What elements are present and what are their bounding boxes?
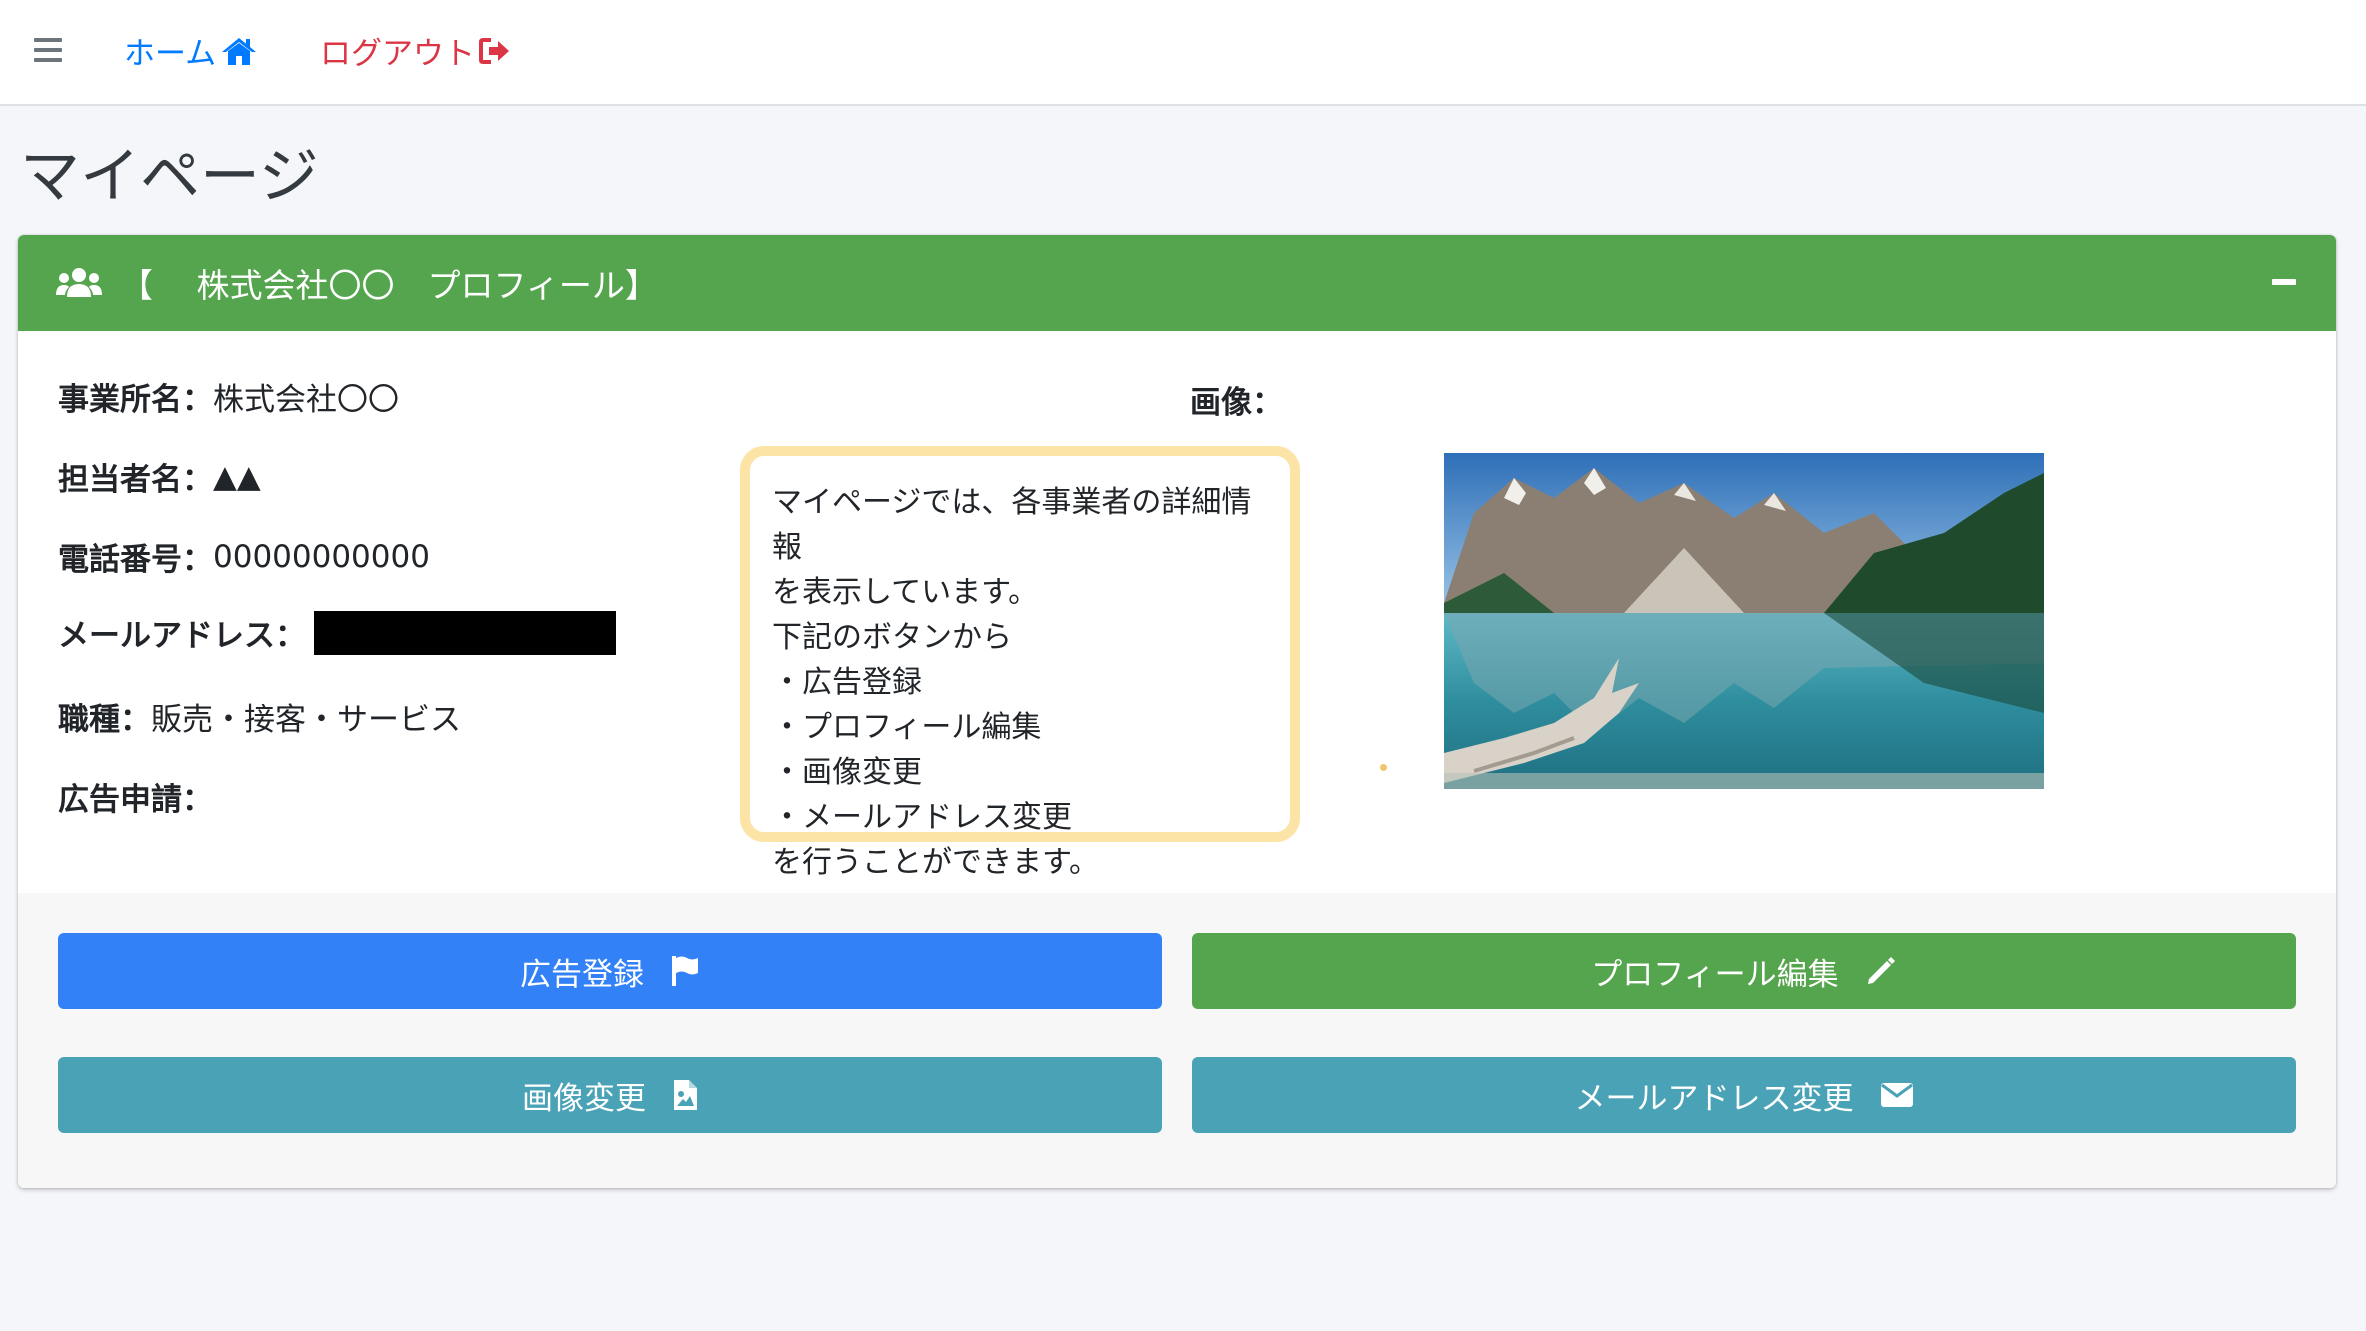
email-value-redacted (314, 610, 616, 655)
sign-out-icon (479, 37, 509, 64)
card-title: 【 株式会社〇〇 プロフィール】 (56, 259, 658, 307)
job-type-value: 販売・接客・サービス (151, 702, 461, 738)
logout-link[interactable]: ログアウト (320, 28, 511, 73)
phone-value: 00000000000 (213, 538, 430, 575)
image-change-label: 画像変更 (522, 1080, 646, 1117)
email-row: メールアドレス： (58, 610, 616, 655)
profile-edit-label: プロフィール編集 (1591, 956, 1839, 993)
decorative-dot (1380, 764, 1387, 771)
callout-line: ・広告登録 (772, 665, 922, 700)
envelope-icon (1880, 1083, 1913, 1107)
home-link[interactable]: ホーム (124, 28, 258, 73)
ad-application-row: 広告申請： (58, 774, 213, 819)
users-icon (56, 268, 102, 297)
file-image-icon (674, 1080, 697, 1110)
callout-line: マイページでは、各事業者の詳細情報 (772, 485, 1252, 565)
callout-line: ・プロフィール編集 (772, 710, 1042, 745)
business-name-value: 株式会社〇〇 (213, 382, 399, 418)
email-label: メールアドレス： (58, 618, 306, 654)
home-icon (222, 37, 257, 65)
image-change-button[interactable]: 画像変更 (58, 1057, 1162, 1133)
callout-line: を表示しています。 (772, 575, 1039, 610)
hamburger-icon[interactable] (34, 38, 62, 62)
home-link-label: ホーム (124, 36, 217, 72)
minus-icon[interactable] (2272, 279, 2296, 285)
callout-line: ・画像変更 (772, 755, 922, 790)
phone-label: 電話番号： (58, 542, 213, 578)
profile-photo (1444, 453, 2044, 789)
pencil-icon (1867, 957, 1895, 984)
business-name-label: 事業所名： (58, 382, 213, 418)
profile-edit-button[interactable]: プロフィール編集 (1192, 933, 2296, 1009)
email-change-label: メールアドレス変更 (1574, 1080, 1854, 1117)
ad-application-label: 広告申請： (58, 782, 213, 818)
flag-icon (672, 956, 698, 986)
ad-register-label: 広告登録 (520, 956, 644, 993)
business-name-row: 事業所名： 株式会社〇〇 (58, 374, 399, 419)
callout-line: ・メールアドレス変更 (772, 800, 1072, 835)
image-label: 画像： (1190, 385, 1283, 421)
profile-card: 【 株式会社〇〇 プロフィール】 事業所名： 株式会社〇〇 担当者名： ▲▲ 電… (18, 235, 2336, 1188)
info-callout: マイページでは、各事業者の詳細情報 を表示しています。 下記のボタンから ・広告… (740, 446, 1300, 880)
ad-register-button[interactable]: 広告登録 (58, 933, 1162, 1009)
contact-person-value: ▲▲ (213, 458, 261, 495)
callout-line: を行うことができます。 (772, 845, 1099, 880)
page-title: マイページ (20, 142, 319, 212)
job-type-row: 職種： 販売・接客・サービス (58, 694, 461, 739)
logout-link-label: ログアウト (320, 36, 475, 72)
callout-line: 下記のボタンから (772, 620, 1012, 655)
card-header: 【 株式会社〇〇 プロフィール】 (18, 235, 2336, 331)
phone-row: 電話番号： 00000000000 (58, 534, 430, 579)
email-change-button[interactable]: メールアドレス変更 (1192, 1057, 2296, 1133)
contact-person-row: 担当者名： ▲▲ (58, 454, 261, 499)
job-type-label: 職種： (58, 702, 151, 738)
card-title-text: 【 株式会社〇〇 プロフィール】 (120, 266, 658, 305)
contact-person-label: 担当者名： (58, 462, 213, 498)
top-navbar: ホーム ログアウト (0, 0, 2366, 106)
